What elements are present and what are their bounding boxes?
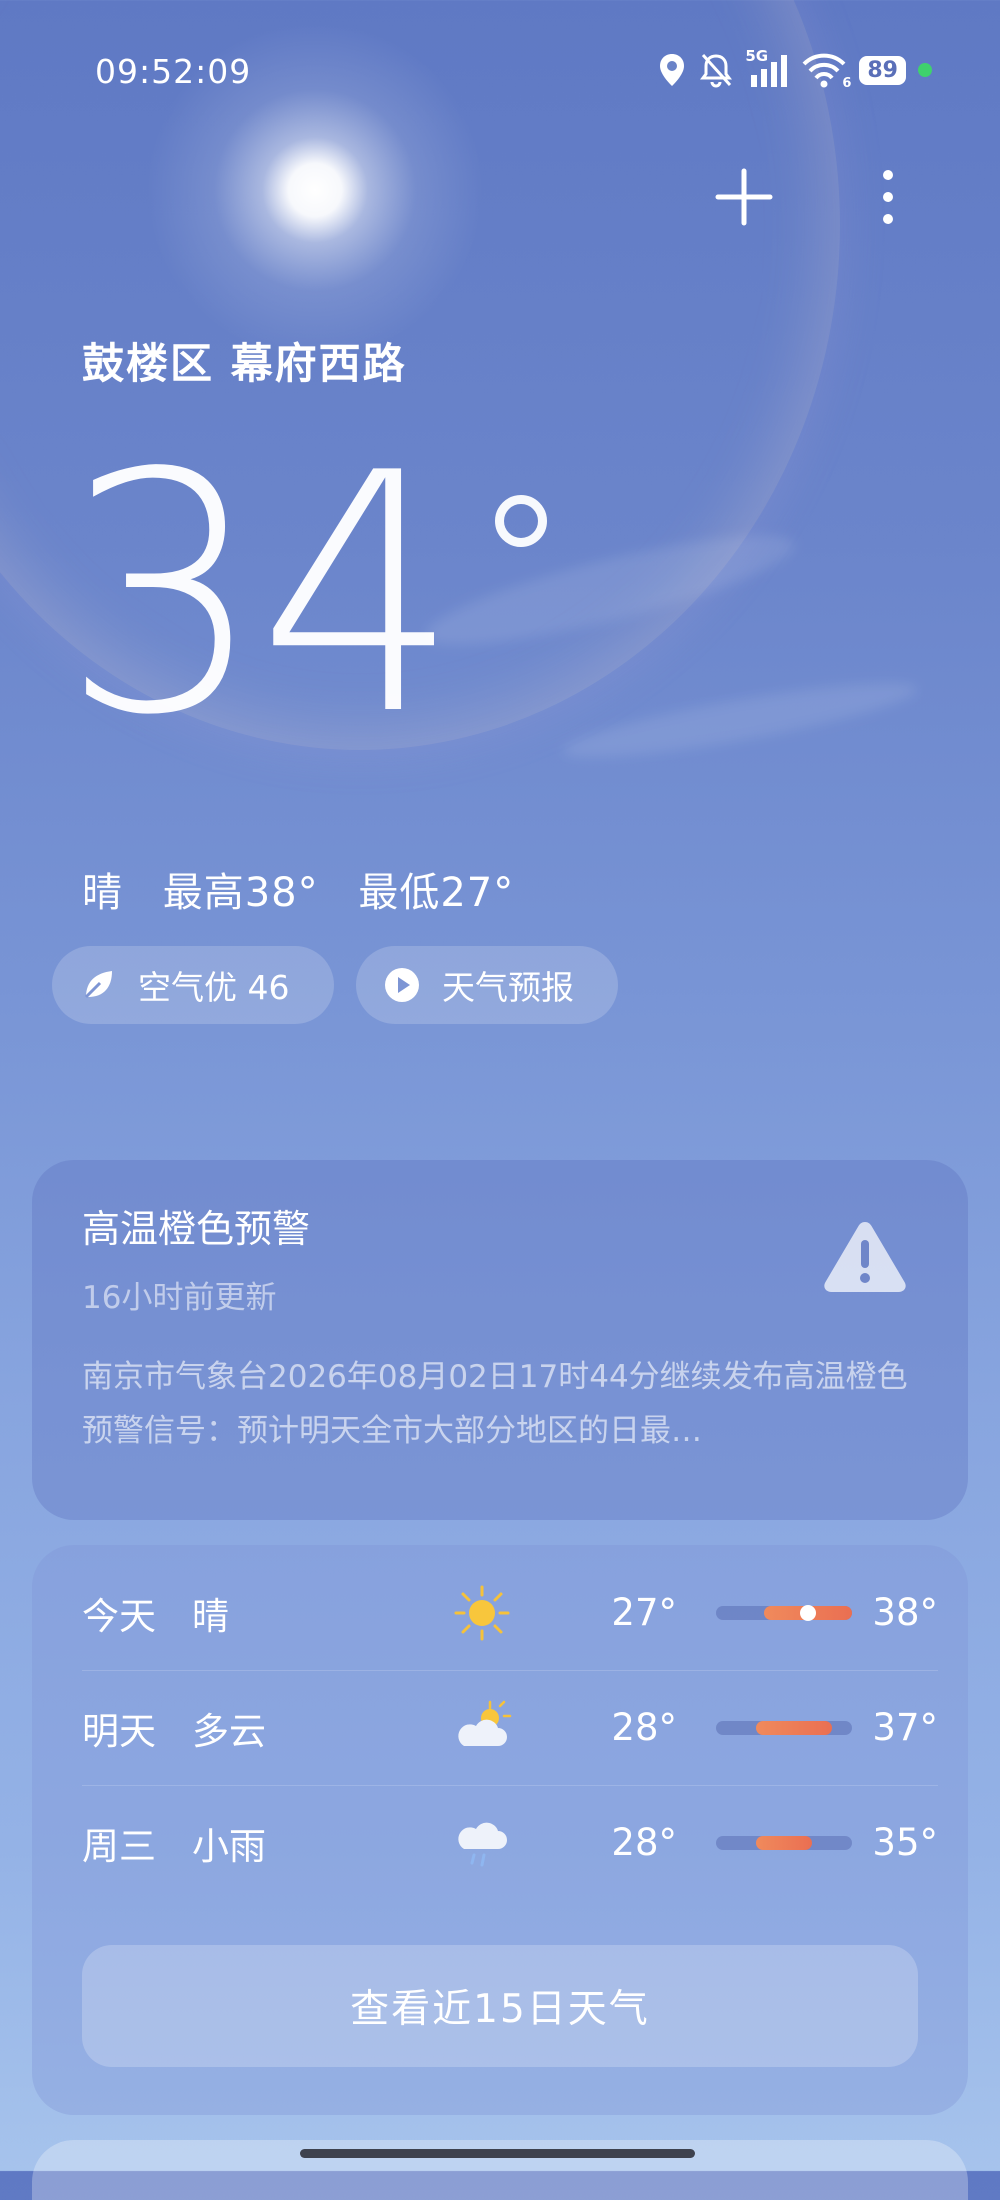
signal-indicator: 5G <box>745 47 789 89</box>
weather-forecast-chip[interactable]: 天气预报 <box>356 946 618 1024</box>
more-vert-icon <box>883 170 893 224</box>
air-quality-chip[interactable]: 空气优 46 <box>52 946 334 1024</box>
status-bar: 09:52:09 5G 6 89 <box>0 47 1000 98</box>
wifi-icon <box>802 53 846 88</box>
plus-icon <box>715 168 773 226</box>
forecast-day: 明天 <box>82 1709 156 1753</box>
partly-cloudy-icon <box>458 1700 512 1746</box>
cloud-streak <box>418 514 802 666</box>
weather-summary: 晴 最高38° 最低27° <box>82 860 540 918</box>
privacy-dot <box>918 63 932 77</box>
battery-icon: 89 <box>859 55 906 85</box>
forecast-high: 38° <box>872 1591 938 1634</box>
alert-updated: 16小时前更新 <box>82 1280 277 1316</box>
forecast-row-wednesday[interactable]: 周三 小雨 28° 35° <box>82 1785 938 1900</box>
forecast-day: 今天 <box>82 1594 156 1638</box>
air-quality-label: 空气优 46 <box>138 968 290 1007</box>
cloud-streak <box>559 669 921 771</box>
current-temperature: 34 <box>62 403 459 787</box>
forecast-low: 27° <box>611 1591 677 1634</box>
home-indicator[interactable] <box>300 2149 695 2158</box>
forecast-row-tomorrow[interactable]: 明天 多云 28° 37° <box>82 1670 938 1786</box>
weather-alert-card[interactable]: 高温橙色预警 16小时前更新 南京市气象台2026年08月02日17时44分继续… <box>32 1160 968 1520</box>
forecast-high: 35° <box>872 1821 938 1864</box>
temp-range-fill <box>756 1835 812 1850</box>
more-options-button[interactable] <box>860 165 916 229</box>
daily-forecast-card: 今天 晴 27° 38° 明天 多云 28° 37° 周三 小雨 28° 35°… <box>32 1545 968 2115</box>
low-temp: 最低27° <box>358 870 515 916</box>
location-icon <box>660 54 685 86</box>
sunny-icon <box>454 1585 510 1641</box>
alert-body: 南京市气象台2026年08月02日17时44分继续发布高温橙色预警信号：预计明天… <box>82 1359 908 1449</box>
forecast-low: 28° <box>611 1821 677 1864</box>
light-rain-icon <box>458 1822 507 1867</box>
wifi-badge: 6 <box>842 76 852 91</box>
forecast-day: 周三 <box>82 1824 156 1868</box>
signal-icon <box>751 55 788 87</box>
weather-forecast-label: 天气预报 <box>442 968 574 1007</box>
location-name: 鼓楼区 幕府西路 <box>82 339 407 388</box>
wifi-indicator: 6 <box>801 51 851 91</box>
play-icon <box>384 967 420 1003</box>
forecast-condition: 小雨 <box>192 1824 266 1868</box>
view-15-day-button[interactable]: 查看近15日天气 <box>82 1945 918 2067</box>
forecast-condition: 晴 <box>192 1594 229 1638</box>
high-temp: 最高38° <box>162 870 319 916</box>
add-city-button[interactable] <box>712 165 776 229</box>
degree-symbol <box>495 495 547 547</box>
forecast-row-today[interactable]: 今天 晴 27° 38° <box>82 1555 938 1671</box>
status-icons: 5G 6 89 <box>657 47 932 92</box>
leaf-icon <box>80 967 116 1003</box>
mute-bell-icon <box>700 53 733 88</box>
forecast-condition: 多云 <box>192 1709 266 1753</box>
warning-triangle-icon <box>824 1222 906 1292</box>
forecast-low: 28° <box>611 1706 677 1749</box>
current-condition: 晴 <box>82 870 123 916</box>
current-temp-marker <box>800 1604 816 1621</box>
status-time: 09:52:09 <box>95 52 252 91</box>
forecast-high: 37° <box>872 1706 938 1749</box>
alert-title: 高温橙色预警 <box>82 1207 311 1251</box>
